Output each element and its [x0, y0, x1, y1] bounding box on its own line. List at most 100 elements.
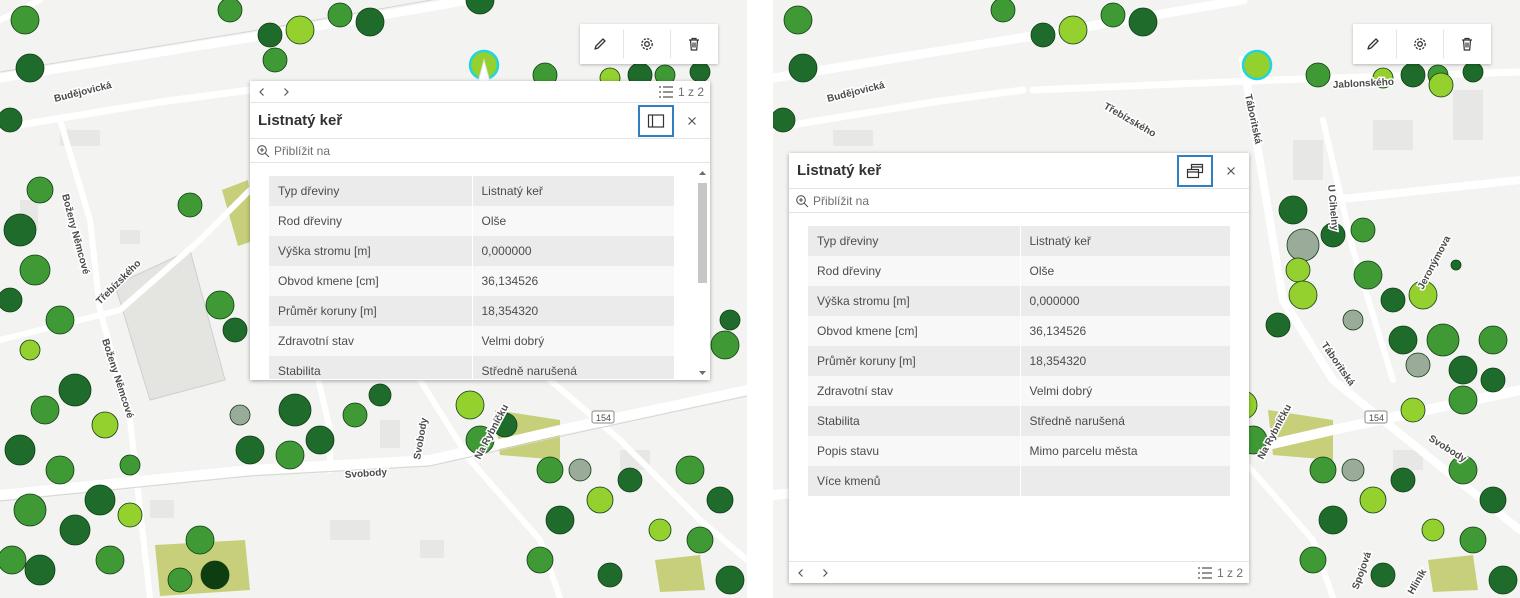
street-label-0: Budějovická: [53, 80, 113, 105]
attribute-row: Popis stavu Mimo parcelu města: [808, 436, 1230, 466]
attribute-key: Výška stromu [m]: [269, 236, 473, 266]
street-label-11: Hliník: [1406, 567, 1429, 596]
attribute-value: 0,000000: [1020, 286, 1230, 316]
route-shield: 154: [1364, 410, 1388, 424]
attribute-table: Typ dřeviny Listnatý keř Rod dřeviny Olše Vý…: [808, 226, 1230, 496]
attribute-value: 18,354320: [1020, 346, 1230, 376]
undock-icon: [1186, 163, 1204, 178]
pencil-icon: [594, 38, 606, 50]
dock-button[interactable]: [638, 104, 674, 137]
close-button[interactable]: [1213, 154, 1249, 188]
attribute-key: Popis stavu: [808, 436, 1021, 466]
list-icon: [1197, 566, 1212, 579]
scroll-down-icon: [699, 371, 706, 375]
feature-count: 1 z 2: [1216, 565, 1243, 580]
attribute-row: Stabilita Středně narušená: [808, 406, 1230, 436]
zoom-to-button[interactable]: Přiblížit na: [789, 189, 1249, 213]
svg-text:154: 154: [1369, 413, 1384, 423]
attribute-value: Středně narušená: [472, 356, 674, 379]
attribute-value: Listnatý keř: [1020, 226, 1230, 256]
undock-button[interactable]: [1177, 154, 1213, 187]
popup-scrollbar[interactable]: [697, 169, 708, 377]
popup-pagination: 1 z 2: [789, 561, 1249, 583]
settings-button[interactable]: [627, 24, 667, 64]
close-button[interactable]: [674, 104, 710, 138]
attribute-value: 0,000000: [472, 236, 674, 266]
street-label-3: Svobody: [344, 467, 387, 481]
street-label-2: Třebízského: [1102, 101, 1158, 140]
feature-count: 1 z 2: [677, 84, 704, 99]
street-label-9: Jeronýmova: [1416, 234, 1454, 292]
delete-button[interactable]: [1447, 24, 1487, 64]
attribute-value: Velmi dobrý: [472, 326, 674, 356]
feature-list-button[interactable]: 1 z 2: [1197, 566, 1249, 580]
chevron-right-icon: [823, 568, 828, 577]
edit-button[interactable]: [580, 24, 620, 64]
attribute-row: Průměr koruny [m] 18,354320: [808, 346, 1230, 376]
attribute-table: Typ dřeviny Listnatý keř Rod dřeviny Olše Vý…: [269, 176, 674, 379]
attribute-value: [1020, 466, 1230, 496]
attribute-key: Obvod kmene [cm]: [269, 266, 473, 296]
popup-content[interactable]: Typ dřeviny Listnatý keř Rod dřeviny Olše Vý…: [250, 163, 710, 379]
selected-feature-marker[interactable]: [1241, 49, 1273, 81]
map-view-left[interactable]: Budějovická Boženy Němcové Třebízského S…: [0, 0, 747, 598]
popup-header: Listnatý keř: [250, 103, 710, 139]
attribute-key: Rod dřeviny: [269, 206, 473, 236]
dock-panel-icon: [647, 113, 665, 128]
attribute-key: Více kmenů: [808, 466, 1021, 496]
svg-text:154: 154: [596, 413, 611, 423]
delete-button[interactable]: [674, 24, 714, 64]
popup-title: Listnatý keř: [258, 112, 343, 129]
popup-content[interactable]: Typ dřeviny Listnatý keř Rod dřeviny Olše Vý…: [789, 213, 1249, 559]
map-view-right[interactable]: Budějovická Jablonského Táboritská Tábor…: [773, 0, 1520, 598]
attribute-key: Obvod kmene [cm]: [808, 316, 1021, 346]
attribute-key: Zdravotní stav: [808, 376, 1021, 406]
attribute-row: Typ dřeviny Listnatý keř: [269, 176, 674, 206]
zoom-in-icon: [796, 194, 809, 207]
popup-pagination: 1 z 2: [250, 81, 710, 103]
chevron-left-icon: [798, 568, 803, 577]
attribute-row: Zdravotní stav Velmi dobrý: [269, 326, 674, 356]
attribute-value: Olše: [472, 206, 674, 236]
sketch-toolbar: [1353, 24, 1491, 64]
next-feature-button[interactable]: [274, 81, 298, 103]
street-label-0: Budějovická: [826, 80, 886, 105]
attribute-key: Typ dřeviny: [269, 176, 473, 206]
street-label-1b: Boženy Němcové: [99, 338, 135, 421]
attribute-key: Výška stromu [m]: [808, 286, 1021, 316]
attribute-key: Rod dřeviny: [808, 256, 1021, 286]
settings-button[interactable]: [1400, 24, 1440, 64]
feature-popup-docked: Listnatý keř Přiblížit na Typ dřeviny Lis…: [789, 153, 1249, 583]
chevron-left-icon: [259, 87, 264, 96]
previous-feature-button[interactable]: [789, 562, 813, 584]
toolbar-divider: [670, 30, 671, 58]
attribute-key: Průměr koruny [m]: [808, 346, 1021, 376]
attribute-key: Stabilita: [269, 356, 473, 379]
scroll-up-icon: [699, 171, 706, 175]
attribute-key: Zdravotní stav: [269, 326, 473, 356]
next-feature-button[interactable]: [813, 562, 837, 584]
attribute-value: Velmi dobrý: [1020, 376, 1230, 406]
attribute-row: Rod dřeviny Olše: [808, 256, 1230, 286]
list-icon: [658, 85, 673, 98]
attribute-value: Olše: [1020, 256, 1230, 286]
popup-header: Listnatý keř: [789, 153, 1249, 189]
attribute-row: Rod dřeviny Olše: [269, 206, 674, 236]
zoom-to-button[interactable]: Přiblížit na: [250, 139, 710, 163]
attribute-value: 36,134526: [1020, 316, 1230, 346]
attribute-key: Stabilita: [808, 406, 1021, 436]
attribute-key: Typ dřeviny: [808, 226, 1021, 256]
attribute-row: Typ dřeviny Listnatý keř: [808, 226, 1230, 256]
feature-list-button[interactable]: 1 z 2: [658, 85, 710, 99]
attribute-value: 18,354320: [472, 296, 674, 326]
attribute-row: Výška stromu [m] 0,000000: [808, 286, 1230, 316]
attribute-value: Středně narušená: [1020, 406, 1230, 436]
scrollbar-thumb[interactable]: [698, 183, 707, 283]
selected-feature-marker[interactable]: [468, 49, 500, 83]
street-label-6: Jablonského: [1333, 77, 1395, 91]
gear-icon: [1414, 38, 1426, 50]
edit-button[interactable]: [1353, 24, 1393, 64]
chevron-right-icon: [284, 87, 289, 96]
toolbar-divider: [1443, 30, 1444, 58]
previous-feature-button[interactable]: [250, 81, 274, 103]
